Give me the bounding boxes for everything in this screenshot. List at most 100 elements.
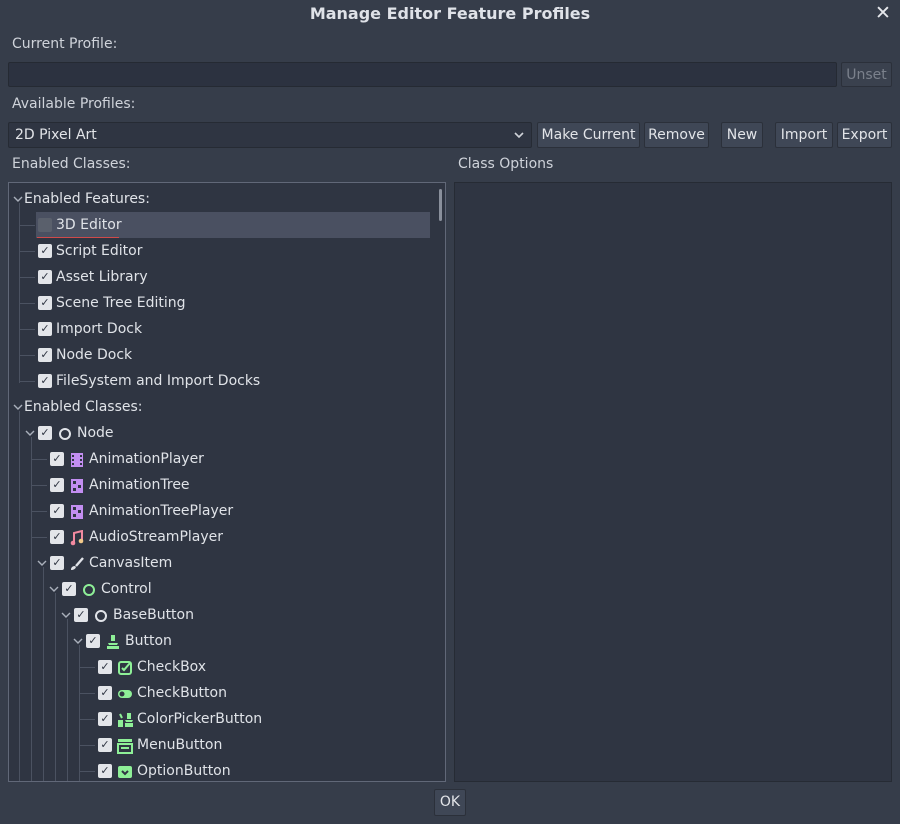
chevron-down-icon[interactable] [13, 186, 23, 212]
class-label: ColorPickerButton [137, 711, 263, 727]
feature-row-scene-tree-editing[interactable]: ✓ Scene Tree Editing [36, 290, 430, 316]
class-row-button[interactable]: ✓ Button [9, 628, 439, 654]
class-row-canvasitem[interactable]: ✓ CanvasItem [9, 550, 439, 576]
remove-button[interactable]: Remove [644, 122, 709, 148]
class-row-colorpickerbutton[interactable]: ✓ ColorPickerButton [9, 706, 439, 732]
feature-row-asset-library[interactable]: ✓ Asset Library [36, 264, 430, 290]
class-row-basebutton[interactable]: ✓ BaseButton [9, 602, 439, 628]
profile-select[interactable]: 2D Pixel Art [8, 122, 532, 148]
ok-button[interactable]: OK [434, 789, 466, 816]
feature-row-import-dock[interactable]: ✓ Import Dock [36, 316, 430, 342]
class-row-node[interactable]: ✓ Node [9, 420, 439, 446]
class-tree[interactable]: Enabled Features: ✓ 3D Editor ✓ Script E… [8, 182, 446, 782]
class-label: OptionButton [137, 763, 231, 779]
base-button-circle-icon [93, 607, 109, 623]
tree-branch-line [19, 225, 35, 226]
feature-checkbox[interactable]: ✓ [38, 322, 52, 336]
tree-branch-line [19, 381, 35, 382]
feature-checkbox[interactable]: ✓ [38, 218, 52, 232]
animation-tree-player-icon [69, 503, 85, 519]
feature-label: FileSystem and Import Docks [56, 373, 261, 389]
import-button[interactable]: Import [775, 122, 833, 148]
feature-row-node-dock[interactable]: ✓ Node Dock [36, 342, 430, 368]
tree-scrollbar[interactable] [439, 189, 442, 221]
feature-checkbox[interactable]: ✓ [38, 270, 52, 284]
feature-label: 3D Editor [56, 217, 122, 233]
checkbox-icon [117, 659, 133, 675]
option-button-icon [117, 763, 133, 779]
close-icon[interactable]: ✕ [872, 2, 894, 24]
feature-checkbox[interactable]: ✓ [38, 296, 52, 310]
animation-tree-icon [69, 477, 85, 493]
new-button[interactable]: New [721, 122, 763, 148]
feature-checkbox[interactable]: ✓ [38, 374, 52, 388]
feature-label: Script Editor [56, 243, 143, 259]
tree-branch-line [19, 355, 35, 356]
profile-select-value: 2D Pixel Art [15, 127, 97, 143]
feature-checkbox[interactable]: ✓ [38, 244, 52, 258]
class-label: CheckBox [137, 659, 207, 675]
chevron-down-icon[interactable] [61, 602, 71, 628]
tree-branch-line [19, 251, 35, 252]
chevron-down-icon[interactable] [49, 576, 59, 602]
class-label: Button [125, 633, 172, 649]
class-row-optionbutton[interactable]: ✓ OptionButton [9, 758, 439, 781]
animation-player-icon [69, 451, 85, 467]
class-checkbox[interactable]: ✓ [98, 764, 112, 778]
chevron-down-icon[interactable] [25, 420, 35, 446]
menu-button-icon [117, 737, 133, 754]
class-checkbox[interactable]: ✓ [86, 634, 100, 648]
tree-branch-line [19, 277, 35, 278]
export-button[interactable]: Export [837, 122, 892, 148]
class-checkbox[interactable]: ✓ [98, 686, 112, 700]
class-row-control[interactable]: ✓ Control [9, 576, 439, 602]
features-header-label: Enabled Features: [24, 191, 150, 207]
feature-label: Scene Tree Editing [56, 295, 186, 311]
class-row-animationtreeplayer[interactable]: ✓ AnimationTreePlayer [9, 498, 439, 524]
available-profiles-label: Available Profiles: [12, 96, 136, 112]
feature-row-3d-editor[interactable]: ✓ 3D Editor [36, 212, 430, 238]
feature-row-script-editor[interactable]: ✓ Script Editor [36, 238, 430, 264]
class-checkbox[interactable]: ✓ [98, 712, 112, 726]
make-current-button[interactable]: Make Current [537, 122, 640, 148]
chevron-down-icon[interactable] [13, 394, 23, 420]
class-label: AudioStreamPlayer [89, 529, 224, 545]
chevron-down-icon[interactable] [73, 628, 83, 654]
tree-header-classes[interactable]: Enabled Classes: [9, 394, 439, 420]
feature-label: Asset Library [56, 269, 148, 285]
class-row-checkbox[interactable]: ✓ CheckBox [9, 654, 439, 680]
class-checkbox[interactable]: ✓ [74, 608, 88, 622]
class-row-checkbutton[interactable]: ✓ CheckButton [9, 680, 439, 706]
class-checkbox[interactable]: ✓ [62, 582, 76, 596]
feature-label: Node Dock [56, 347, 133, 363]
class-row-animationplayer[interactable]: ✓ AnimationPlayer [9, 446, 439, 472]
class-row-menubutton[interactable]: ✓ MenuButton [9, 732, 439, 758]
unset-button[interactable]: Unset [841, 62, 892, 87]
feature-checkbox[interactable]: ✓ [38, 348, 52, 362]
class-label: AnimationTreePlayer [89, 503, 234, 519]
class-checkbox[interactable]: ✓ [50, 504, 64, 518]
class-label: Node [77, 425, 114, 441]
feature-label: Import Dock [56, 321, 143, 337]
control-circle-icon [81, 581, 97, 597]
tree-header-features[interactable]: Enabled Features: [9, 186, 439, 212]
class-checkbox[interactable]: ✓ [98, 660, 112, 674]
class-row-animationtree[interactable]: ✓ AnimationTree [9, 472, 439, 498]
class-checkbox[interactable]: ✓ [50, 452, 64, 466]
feature-row-filesystem-docks[interactable]: ✓ FileSystem and Import Docks [36, 368, 430, 394]
class-checkbox[interactable]: ✓ [50, 478, 64, 492]
dialog-title: Manage Editor Feature Profiles [309, 4, 591, 23]
class-options-panel [454, 182, 892, 782]
class-checkbox[interactable]: ✓ [98, 738, 112, 752]
chevron-down-icon[interactable] [37, 550, 47, 576]
class-row-audiostreamplayer[interactable]: ✓ AudioStreamPlayer [9, 524, 439, 550]
tree-guide-line [19, 203, 20, 383]
class-checkbox[interactable]: ✓ [50, 530, 64, 544]
brush-icon [69, 555, 85, 571]
class-label: Control [101, 581, 152, 597]
tree-branch-line [19, 329, 35, 330]
class-checkbox[interactable]: ✓ [50, 556, 64, 570]
class-label: BaseButton [113, 607, 194, 623]
tree-branch-line [19, 303, 35, 304]
class-checkbox[interactable]: ✓ [38, 426, 52, 440]
